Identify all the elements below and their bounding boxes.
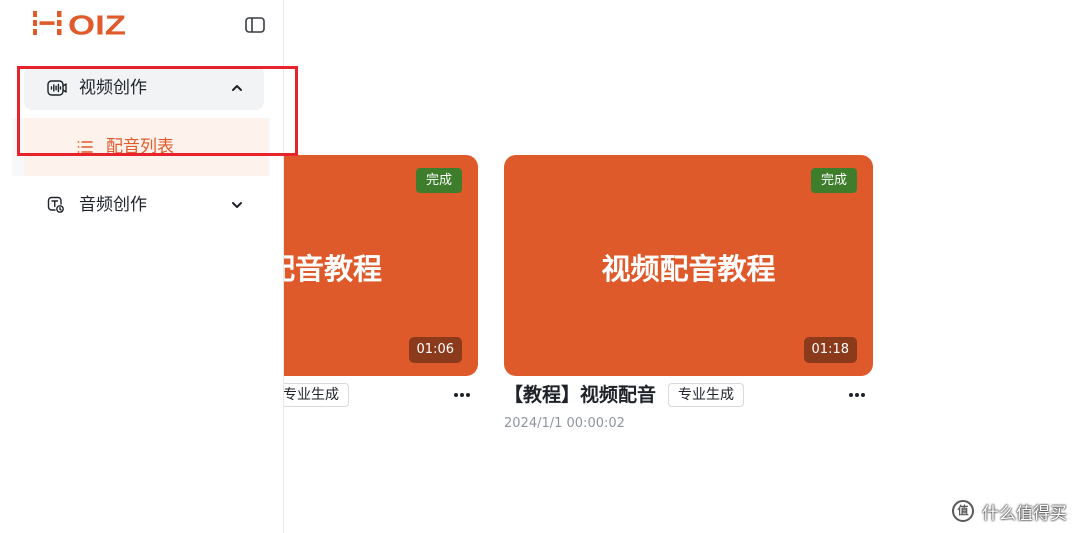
duration-badge: 01:18 bbox=[803, 337, 857, 363]
duration-badge: 01:06 bbox=[408, 337, 462, 363]
menu-label: 视频创作 bbox=[79, 78, 147, 98]
dot bbox=[849, 393, 853, 397]
submenu-item-dubbing-list[interactable]: 配音列表 bbox=[24, 118, 268, 176]
more-ellipsis-icon bbox=[454, 393, 470, 397]
chevron-up-icon bbox=[229, 80, 245, 96]
chevron-down-icon bbox=[229, 197, 245, 213]
watermark-logo-icon: 值 bbox=[952, 500, 974, 522]
cover-title: 视频配音教程 bbox=[601, 252, 776, 286]
generation-tag: 专业生成 bbox=[273, 383, 349, 407]
more-ellipsis-icon bbox=[849, 393, 865, 397]
video-waveform-icon bbox=[47, 79, 67, 97]
menu-label: 音频创作 bbox=[79, 195, 147, 215]
submenu-video-creation: 配音列表 bbox=[12, 118, 270, 176]
list-icon bbox=[77, 140, 93, 154]
generation-tag: 专业生成 bbox=[668, 383, 744, 407]
card-meta: 【教程】视频配音 专业生成 bbox=[504, 382, 873, 408]
more-button[interactable] bbox=[452, 389, 472, 401]
status-badge: 完成 bbox=[810, 168, 857, 193]
dot bbox=[855, 393, 859, 397]
status-badge: 完成 bbox=[415, 168, 462, 193]
dot bbox=[460, 393, 464, 397]
watermark: 值 什么值得买 bbox=[952, 499, 1067, 524]
svg-text:OIZ: OIZ bbox=[68, 10, 126, 36]
dot bbox=[861, 393, 865, 397]
watermark-text: 什么值得买 bbox=[982, 503, 1067, 524]
submenu-label: 配音列表 bbox=[106, 137, 174, 157]
dubbing-card[interactable]: 视频配音教程 完成 01:18 【教程】视频配音 专业生成 2024/1/1 0… bbox=[504, 155, 873, 440]
dot bbox=[466, 393, 470, 397]
sidebar-toggle-icon bbox=[245, 17, 265, 33]
menu-audio-creation[interactable]: 音频创作 bbox=[24, 183, 264, 227]
card-date: 2024/1/1 00:00:02 bbox=[504, 416, 625, 431]
brand-logo[interactable]: OIZ bbox=[33, 10, 128, 36]
noiz-logo-icon: OIZ bbox=[33, 10, 126, 36]
audio-text-icon bbox=[47, 196, 67, 214]
sidebar: OIZ 视频创作 配音列表 音频创作 bbox=[0, 0, 284, 533]
card-title: 【教程】视频配音 bbox=[504, 384, 657, 406]
sidebar-toggle-button[interactable] bbox=[245, 17, 265, 33]
card-cover[interactable]: 视频配音教程 完成 01:18 bbox=[504, 155, 873, 376]
more-button[interactable] bbox=[847, 389, 867, 401]
menu-video-creation[interactable]: 视频创作 bbox=[24, 66, 264, 110]
dot bbox=[454, 393, 458, 397]
